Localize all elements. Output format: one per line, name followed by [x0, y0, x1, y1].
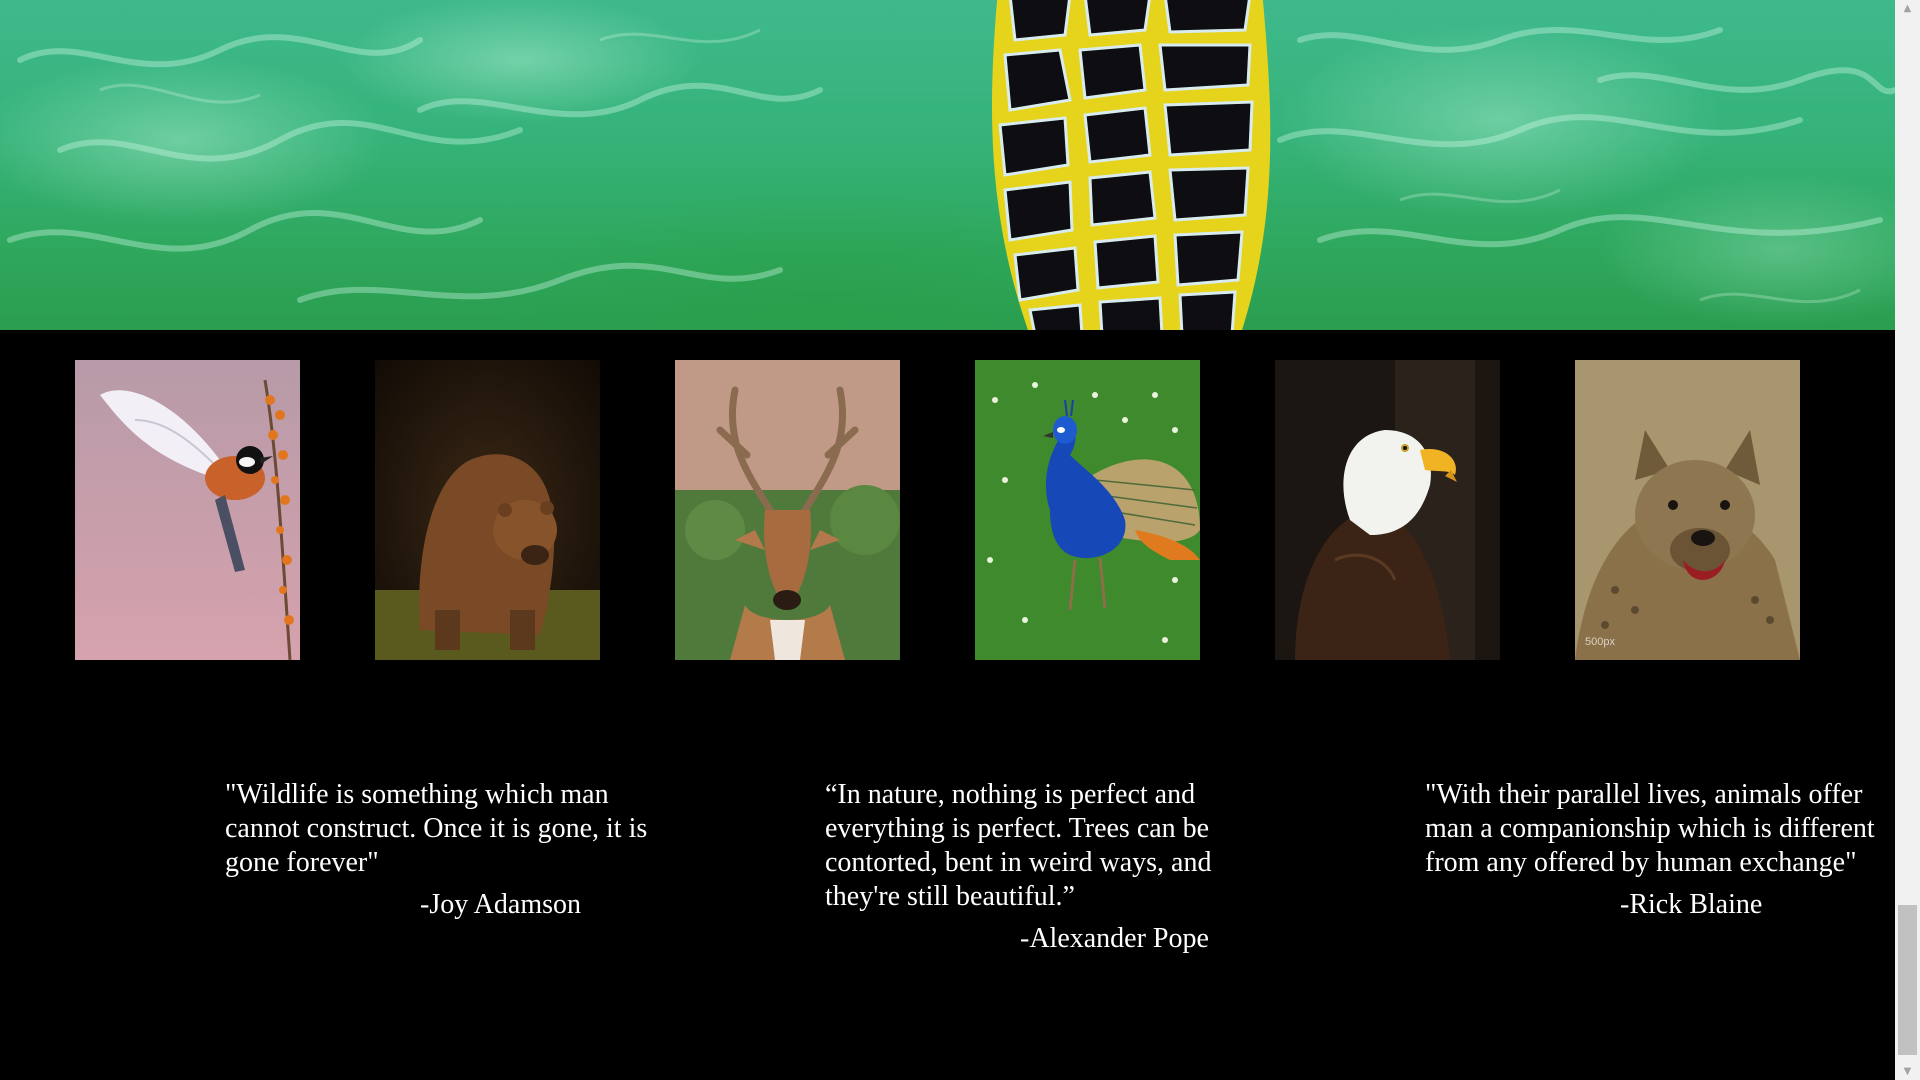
- quote-author: -Rick Blaine: [1620, 889, 1763, 920]
- gallery-photo-peacock[interactable]: [975, 360, 1200, 660]
- photo-gallery: 500px: [0, 360, 1895, 660]
- page: 500px "Wildlife is something which man c…: [0, 0, 1920, 1080]
- gallery-photo-eagle[interactable]: [1275, 360, 1500, 660]
- quote-author: -Alexander Pope: [1020, 923, 1209, 954]
- quote-text: “In nature, nothing is perfect and every…: [825, 779, 1212, 912]
- hyena-photo-icon: 500px: [1575, 360, 1800, 660]
- quote-block: "With their parallel lives, animals offe…: [1425, 778, 1875, 922]
- quote-block: "Wildlife is something which man cannot …: [225, 778, 675, 922]
- water-caustics: [7, 27, 1895, 304]
- gallery-photo-bear[interactable]: [375, 360, 600, 660]
- gallery-photo-deer[interactable]: [675, 360, 900, 660]
- gallery-photo-hyena[interactable]: 500px: [1575, 360, 1800, 660]
- quote-text: "With their parallel lives, animals offe…: [1425, 779, 1875, 878]
- hero-banner-image: [0, 0, 1895, 330]
- deer-photo-icon: [675, 360, 900, 660]
- quote-text: "Wildlife is something which man cannot …: [225, 779, 648, 878]
- scrollbar-thumb[interactable]: [1898, 905, 1917, 1055]
- scroll-up-arrow-icon[interactable]: ▲: [1895, 0, 1920, 17]
- vertical-scrollbar[interactable]: ▲ ▼: [1895, 0, 1920, 1080]
- photo-watermark: 500px: [1585, 636, 1615, 648]
- scroll-down-arrow-icon[interactable]: ▼: [1895, 1063, 1920, 1080]
- bird-photo-icon: [75, 360, 300, 660]
- quote-block: “In nature, nothing is perfect and every…: [825, 778, 1275, 956]
- eagle-photo-icon: [1275, 360, 1500, 660]
- quote-author: -Joy Adamson: [420, 889, 581, 920]
- gallery-photo-bird[interactable]: [75, 360, 300, 660]
- turtle-shell-icon: [992, 0, 1271, 330]
- bear-photo-icon: [375, 360, 600, 660]
- peacock-photo-icon: [975, 360, 1200, 660]
